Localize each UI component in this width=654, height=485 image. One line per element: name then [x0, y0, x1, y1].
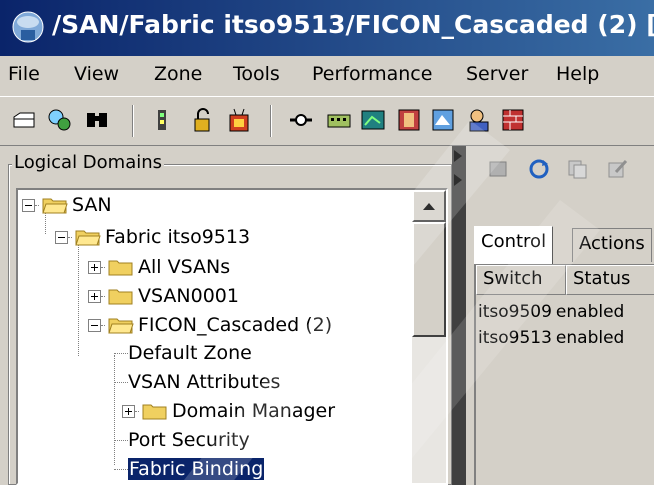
- expand-icon[interactable]: [88, 260, 101, 274]
- switch-table: Switch Status itso9509 enabled itso9513 …: [474, 264, 654, 485]
- splitter-arrow-icon[interactable]: [454, 174, 462, 186]
- toolbar-separator: [270, 105, 272, 137]
- refresh-icon[interactable]: [528, 158, 550, 180]
- firewall-icon[interactable]: [500, 107, 526, 133]
- table-row[interactable]: itso9513 enabled: [476, 327, 626, 353]
- cell-status: enabled: [555, 328, 625, 348]
- properties-icon[interactable]: [150, 107, 176, 133]
- user-icon[interactable]: [466, 107, 492, 133]
- topology-icon[interactable]: [360, 107, 386, 133]
- folder-open-icon: [42, 198, 68, 214]
- tree-label: All VSANs: [138, 256, 231, 278]
- tree-label: Domain Manager: [172, 400, 336, 422]
- tab-actions[interactable]: Actions: [572, 228, 652, 262]
- cell-switch: itso9509: [478, 302, 552, 322]
- cell-switch: itso9513: [478, 328, 552, 348]
- domain-tree[interactable]: SAN Fabric itso9513 All VSANs VSAN0001 F…: [16, 188, 448, 485]
- menu-server[interactable]: Server: [466, 63, 528, 85]
- collapse-icon[interactable]: [55, 230, 68, 244]
- tree-node-fabric-binding[interactable]: Fabric Binding: [114, 454, 266, 483]
- tree-node-san[interactable]: SAN: [22, 190, 112, 220]
- folder-icon: [108, 260, 133, 276]
- menu-help[interactable]: Help: [556, 63, 599, 85]
- tree-label: Default Zone: [128, 342, 252, 364]
- expand-icon[interactable]: [122, 404, 135, 418]
- tree-scrollbar[interactable]: [412, 190, 446, 483]
- tree-node-vsan0001[interactable]: VSAN0001: [88, 281, 239, 311]
- tree-node-default-zone[interactable]: Default Zone: [114, 338, 252, 368]
- tree-label: Port Security: [128, 429, 250, 451]
- folder-open-icon: [108, 318, 134, 334]
- menu-performance[interactable]: Performance: [312, 63, 432, 85]
- menu-file[interactable]: File: [8, 63, 40, 85]
- cell-status: enabled: [555, 302, 625, 322]
- discover-icon[interactable]: [46, 107, 72, 133]
- expand-icon[interactable]: [88, 289, 101, 303]
- link-icon[interactable]: [288, 107, 314, 133]
- tree-node-domain-manager[interactable]: Domain Manager: [122, 396, 335, 426]
- toolbar-separator: [132, 105, 134, 137]
- tree-label: FICON_Cascaded (2): [138, 314, 333, 336]
- tree-label: SAN: [72, 194, 112, 216]
- title-bar[interactable]: /SAN/Fabric itso9513/FICON_Cascaded (2) …: [0, 0, 654, 56]
- logical-domains-panel: Logical Domains SAN Fabric itso9513 All …: [8, 150, 452, 485]
- edit-icon[interactable]: [606, 158, 628, 180]
- menu-bar: File View Zone Tools Performance Server …: [0, 56, 654, 96]
- menu-view[interactable]: View: [74, 63, 119, 85]
- column-header-switch[interactable]: Switch: [476, 265, 566, 295]
- column-header-status[interactable]: Status: [566, 265, 654, 295]
- folder-icon: [142, 404, 167, 420]
- scroll-thumb[interactable]: [412, 222, 446, 337]
- collapse-icon[interactable]: [22, 198, 35, 212]
- events-icon[interactable]: [226, 107, 252, 133]
- folder-icon: [108, 289, 133, 305]
- tree-label: VSAN0001: [138, 285, 239, 307]
- toolbar: [0, 96, 654, 146]
- group-label: Logical Domains: [12, 152, 165, 173]
- tree-node-vsan-attributes[interactable]: VSAN Attributes: [114, 367, 280, 397]
- menu-tools[interactable]: Tools: [233, 63, 280, 85]
- tree-label: Fabric itso9513: [105, 226, 251, 248]
- arrow-up-icon: [423, 203, 435, 210]
- scroll-up-button[interactable]: [412, 190, 446, 222]
- tree-node-all-vsans[interactable]: All VSANs: [88, 252, 230, 282]
- tree-node-fabric[interactable]: Fabric itso9513: [55, 222, 250, 252]
- lock-icon[interactable]: [190, 107, 216, 133]
- table-header: Switch Status: [476, 265, 654, 295]
- tab-control[interactable]: Control: [474, 226, 554, 264]
- menu-zone[interactable]: Zone: [154, 63, 202, 85]
- splitter-arrow-icon[interactable]: [454, 150, 462, 162]
- panel-splitter[interactable]: [452, 146, 466, 485]
- detail-panel: Control Actions Switch Status itso9509 e…: [466, 146, 654, 485]
- window-title: /SAN/Fabric itso9513/FICON_Cascaded (2) …: [52, 10, 654, 39]
- table-row[interactable]: itso9509 enabled: [476, 301, 626, 327]
- tree-label-selected: Fabric Binding: [126, 457, 266, 481]
- tree-guide: [78, 240, 79, 356]
- tree-label: VSAN Attributes: [128, 371, 281, 393]
- device-icon[interactable]: [396, 107, 422, 133]
- open-icon[interactable]: [12, 107, 38, 133]
- switch-icon[interactable]: [326, 107, 352, 133]
- tree-node-port-security[interactable]: Port Security: [114, 425, 250, 455]
- folder-open-icon: [75, 230, 101, 246]
- apply-icon[interactable]: [488, 158, 510, 180]
- collapse-icon[interactable]: [88, 318, 101, 332]
- monitor-icon[interactable]: [430, 107, 456, 133]
- find-icon[interactable]: [84, 107, 110, 133]
- tree-node-ficon-cascaded[interactable]: FICON_Cascaded (2): [88, 310, 332, 340]
- app-icon: [12, 11, 44, 43]
- copy-icon[interactable]: [566, 158, 588, 180]
